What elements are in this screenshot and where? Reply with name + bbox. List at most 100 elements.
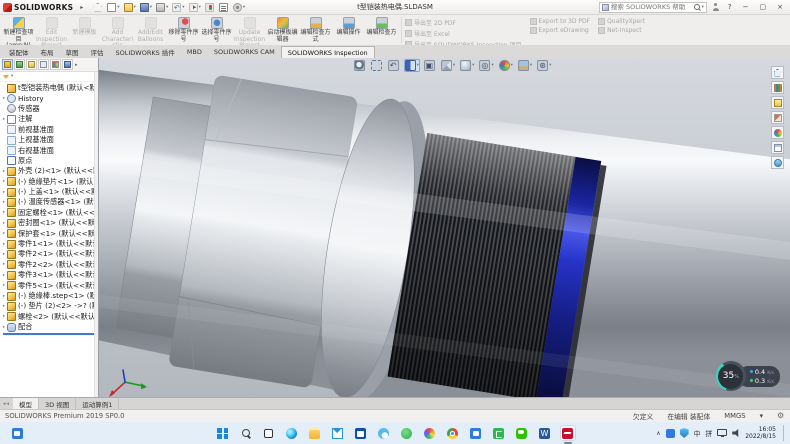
tree-item[interactable]: ▸ (-) 绝缘垫片<1> (默认<<默认>_显 [1, 177, 98, 187]
taskbar-app-button[interactable] [330, 425, 346, 441]
task-pane-button[interactable] [771, 141, 784, 154]
menu-expand-arrow-icon[interactable]: ▸ [80, 4, 83, 11]
task-pane-button[interactable] [771, 126, 784, 139]
tray-app-icon[interactable] [666, 429, 675, 438]
tree-item[interactable]: 前视基准面 [1, 125, 98, 135]
network-icon[interactable] [717, 429, 727, 436]
taskbar-app-button[interactable] [422, 425, 438, 441]
taskbar-app-button[interactable] [353, 425, 369, 441]
hud-button[interactable]: ▾ [440, 59, 456, 72]
search-scope-icon[interactable] [602, 4, 609, 11]
status-item[interactable]: 欠定义 [633, 411, 653, 421]
show-desktop-edge[interactable] [783, 425, 786, 441]
taskbar-app-button[interactable] [284, 425, 300, 441]
taskbar-app-button[interactable] [468, 425, 484, 441]
quick-access-button[interactable]: ▾ [140, 3, 152, 12]
tree-item[interactable]: ▸ (-) 温度传感器<1> (默认<<默认>_ [1, 197, 98, 207]
tray-expand-icon[interactable]: ∧ [656, 430, 660, 437]
export-menu-item[interactable]: 导出至 2D PDF [405, 18, 522, 27]
export-menu-item[interactable]: QualityXpert [598, 18, 645, 25]
panel-scrollbar[interactable] [94, 72, 98, 397]
hud-button[interactable]: ▾ [478, 59, 494, 72]
quick-access-button[interactable]: ▾ [107, 3, 119, 12]
ribbon-tab[interactable]: SOLIDWORKS 插件 [110, 46, 181, 58]
tree-item[interactable]: ▸ (-) 绝缘棒.step<1> (默认<<默认> [1, 291, 98, 301]
volume-icon[interactable] [732, 429, 740, 437]
status-item[interactable]: 在编辑 装配体 [667, 411, 710, 421]
tree-item[interactable]: ▸ (-) 垫片 (2)<2> ->? (默认<<默认 [1, 301, 98, 311]
minimize-button[interactable]: − [740, 1, 752, 14]
hud-button[interactable]: ▾ [536, 59, 552, 72]
ribbon-button[interactable]: 移除零件序号 [167, 16, 200, 43]
hud-button[interactable]: ▾ [459, 59, 475, 72]
panel-tab[interactable] [38, 59, 49, 70]
tree-item[interactable]: ▸ 配合 [1, 322, 98, 332]
quick-access-button[interactable]: ▾ [189, 3, 201, 12]
task-pane-button[interactable] [771, 111, 784, 124]
hud-button[interactable]: ▾ [498, 59, 514, 72]
taskbar-app-button[interactable] [399, 425, 415, 441]
ribbon-button[interactable]: 选择零件序号 [200, 16, 233, 43]
taskbar-app-button[interactable] [215, 425, 231, 441]
quick-tips-gear-icon[interactable] [777, 412, 785, 420]
taskbar-app-button[interactable] [560, 425, 576, 441]
panel-tab-overflow-icon[interactable]: ▸ [75, 62, 78, 68]
tree-item[interactable]: ▸ (-) 上盖<1> (默认<<默认>_显示状 [1, 187, 98, 197]
quick-access-button[interactable] [93, 3, 103, 12]
graphics-viewport[interactable]: ▾ ▾ ▾ ▾ ▾ [99, 58, 790, 409]
export-menu-item[interactable]: Export to 3D PDF [530, 18, 591, 25]
tree-item[interactable]: t型铠装热电偶 (默认<默认_显示状态-1 [1, 83, 98, 93]
tree-item[interactable]: 原点 [1, 156, 98, 166]
hud-button[interactable] [387, 59, 401, 72]
tree-filter-row[interactable]: ▾ [0, 72, 98, 82]
panel-tab[interactable] [2, 59, 13, 70]
ribbon-tab[interactable]: 草图 [60, 46, 85, 58]
tree-item[interactable]: ▸ History [1, 93, 98, 103]
taskbar-app-button[interactable] [261, 425, 277, 441]
ribbon-tab[interactable]: 装配体 [3, 46, 35, 58]
model-tab[interactable]: 运动算例1 [76, 398, 119, 409]
tree-item[interactable]: ▸ 保护套<1> (默认<<默认>_显示状 [1, 228, 98, 238]
close-button[interactable]: × [774, 1, 786, 14]
tree-item[interactable]: ▸ 螺栓<2> (默认<<默认>_显示状态 [1, 312, 98, 322]
ribbon-tab[interactable]: 布局 [35, 46, 60, 58]
quick-access-button[interactable]: ▾ [172, 3, 184, 12]
export-menu-item[interactable]: Export eDrawing [530, 27, 591, 34]
restore-button[interactable]: ▢ [757, 1, 770, 14]
ribbon-button[interactable]: 编辑检查方 [365, 16, 398, 37]
help-search-box[interactable]: ▾ [599, 2, 707, 13]
taskbar-app-button[interactable] [537, 425, 553, 441]
task-pane-button[interactable] [771, 81, 784, 94]
panel-tab[interactable] [14, 59, 25, 70]
ime-language-indicator[interactable]: 中 [694, 428, 701, 438]
tree-item[interactable]: 传感器 [1, 104, 98, 114]
tree-item[interactable]: ▸ 零件3<1> (默认<<默认>_显示状 [1, 270, 98, 280]
export-menu-item[interactable]: 导出至 Excel [405, 29, 522, 38]
hud-button[interactable] [370, 59, 384, 72]
tree-item[interactable]: 上视基准面 [1, 135, 98, 145]
assembly-3d-model[interactable] [99, 58, 790, 409]
taskbar-app-button[interactable] [491, 425, 507, 441]
panel-tab[interactable] [62, 59, 73, 70]
status-item[interactable]: MMGS [724, 412, 745, 420]
filter-caret-icon[interactable]: ▾ [11, 74, 13, 79]
help-button[interactable]: ? [725, 1, 735, 14]
ribbon-tab[interactable]: MBD [181, 46, 208, 58]
taskbar-app-button[interactable] [307, 425, 323, 441]
quick-access-button[interactable]: ▾ [124, 3, 136, 12]
quick-access-button[interactable] [219, 3, 229, 12]
model-tab[interactable]: 模型 [13, 398, 39, 409]
tab-nav-arrows-icon[interactable]: ◂◂ [0, 398, 13, 409]
panel-tab[interactable] [26, 59, 37, 70]
tree-item[interactable]: ▸ 固定螺栓<1> (默认<<默认>_显示 [1, 208, 98, 218]
panel-tab[interactable] [50, 59, 61, 70]
search-icon[interactable] [694, 4, 700, 10]
taskbar-app-button[interactable] [376, 425, 392, 441]
tree-item[interactable]: ▸ 零件2<1> (默认<<默认>_显示状 [1, 249, 98, 259]
ribbon-button[interactable]: 启动模板编辑器 [266, 16, 299, 43]
ribbon-tab[interactable]: SOLIDWORKS CAM [208, 46, 281, 58]
performance-overlay[interactable]: 35% 0.4 K/s 0.3 K/s [716, 361, 780, 391]
hud-button[interactable] [423, 59, 437, 72]
task-pane-button[interactable] [771, 66, 784, 79]
tree-item[interactable]: ▸ 外壳 (2)<1> (默认<<默认>_显示状 [1, 166, 98, 176]
